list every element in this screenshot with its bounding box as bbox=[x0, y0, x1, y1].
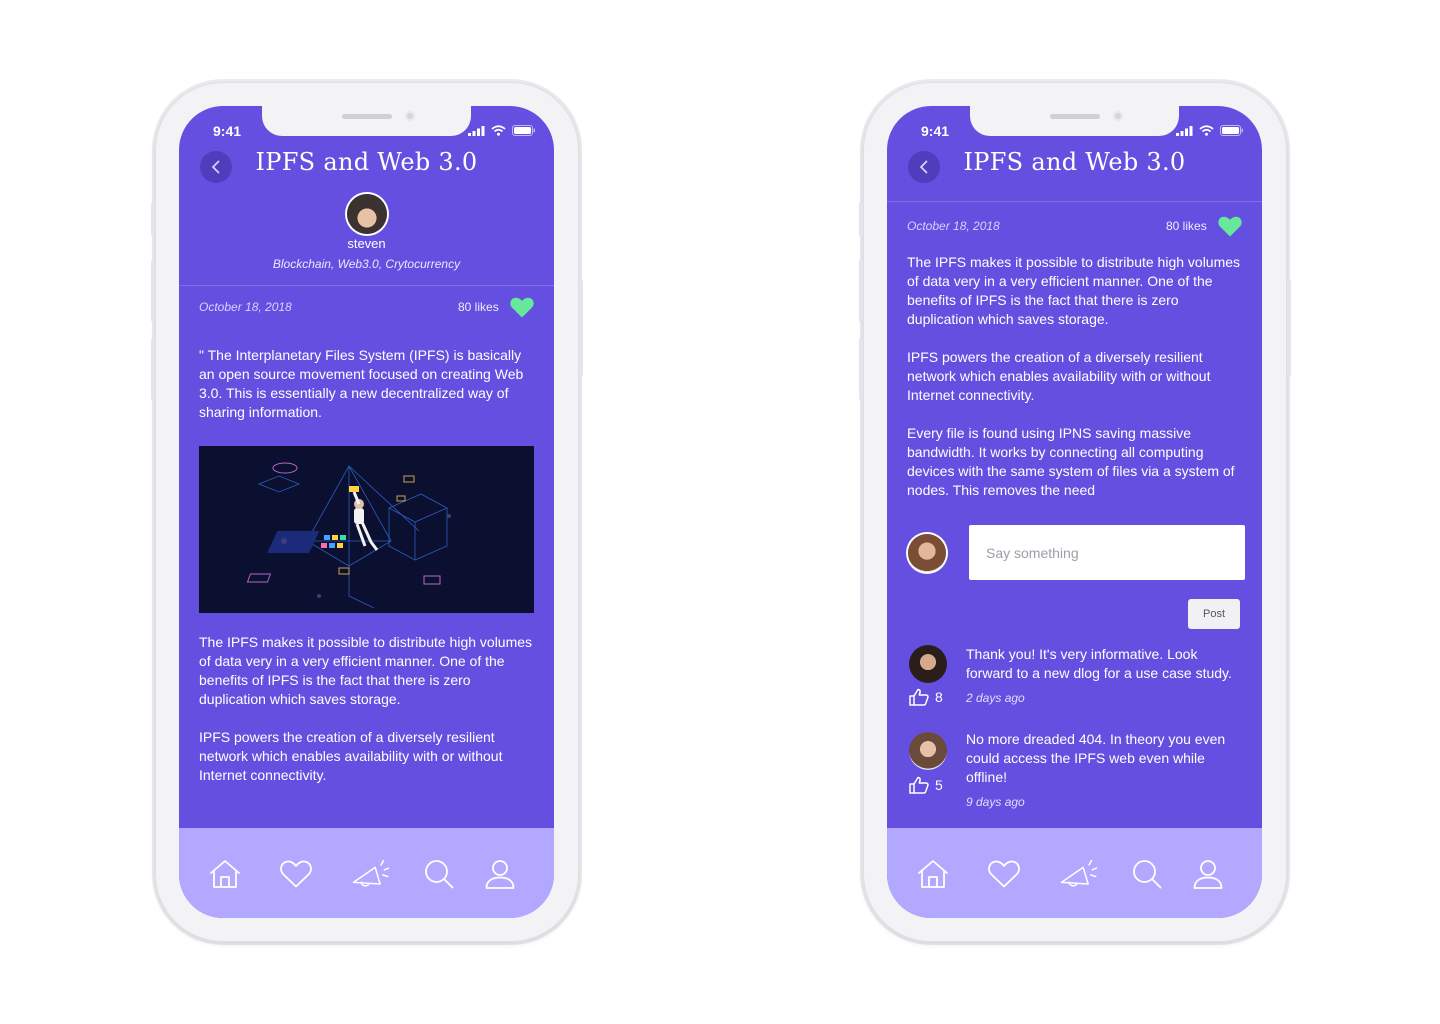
notch bbox=[970, 106, 1179, 136]
front-camera bbox=[405, 111, 415, 121]
speaker bbox=[1050, 114, 1100, 119]
wifi-icon bbox=[1199, 125, 1214, 136]
comment-timestamp: 2 days ago bbox=[966, 691, 1025, 705]
article-paragraph-3: Every file is found using IPNS saving ma… bbox=[907, 425, 1235, 498]
comment-text: No more dreaded 404. In theory you even … bbox=[966, 731, 1226, 785]
article-paragraph-2: IPFS powers the creation of a diversely … bbox=[199, 729, 503, 783]
comment-like-button[interactable]: 5 bbox=[909, 776, 943, 794]
comment-timestamp: 9 days ago bbox=[966, 795, 1025, 809]
tab-profile[interactable] bbox=[480, 854, 520, 894]
signal-icon bbox=[1176, 125, 1193, 136]
heart-icon[interactable] bbox=[1218, 216, 1242, 237]
volume-down-button bbox=[859, 338, 863, 400]
phone-frame-right: 9:41 IPFS and Web 3.0 October 18, 2018 8… bbox=[859, 82, 1291, 942]
tab-favorites[interactable] bbox=[276, 854, 316, 894]
power-button bbox=[1287, 280, 1291, 376]
likes-count: 80 likes bbox=[1166, 219, 1207, 233]
tab-bar bbox=[887, 828, 1262, 918]
article-intro: " The Interplanetary Files System (IPFS)… bbox=[199, 347, 524, 420]
comment-text: Thank you! It's very informative. Look f… bbox=[966, 646, 1232, 681]
notch bbox=[262, 106, 471, 136]
signal-icon bbox=[468, 125, 485, 136]
home-icon bbox=[210, 860, 240, 888]
tab-bar bbox=[179, 828, 554, 918]
commenter-avatar[interactable] bbox=[909, 732, 947, 770]
mute-switch bbox=[151, 202, 155, 236]
divider bbox=[887, 201, 1262, 202]
heart-icon bbox=[280, 860, 312, 888]
tab-profile[interactable] bbox=[1188, 854, 1228, 894]
page-title: IPFS and Web 3.0 bbox=[255, 148, 478, 176]
tab-announcements[interactable] bbox=[1059, 854, 1099, 894]
megaphone-icon bbox=[352, 859, 390, 887]
comment-like-count: 5 bbox=[935, 777, 943, 793]
author-avatar[interactable] bbox=[347, 194, 387, 234]
article-paragraph-2: IPFS powers the creation of a diversely … bbox=[907, 349, 1211, 403]
thumbs-up-icon bbox=[909, 688, 929, 706]
article-paragraph-1: The IPFS makes it possible to distribute… bbox=[199, 634, 533, 707]
battery-icon bbox=[512, 125, 535, 136]
speaker bbox=[342, 114, 392, 119]
tab-search[interactable] bbox=[419, 854, 459, 894]
volume-up-button bbox=[859, 260, 863, 322]
post-date: October 18, 2018 bbox=[199, 300, 292, 314]
current-user-avatar bbox=[908, 534, 946, 572]
post-button[interactable]: Post bbox=[1188, 599, 1240, 629]
author-name[interactable]: steven bbox=[179, 236, 554, 251]
front-camera bbox=[1113, 111, 1123, 121]
divider bbox=[179, 285, 554, 286]
post-comments-screen: 9:41 IPFS and Web 3.0 October 18, 2018 8… bbox=[887, 106, 1262, 918]
heart-icon[interactable] bbox=[510, 297, 534, 318]
profile-icon bbox=[1193, 860, 1223, 889]
power-button bbox=[579, 280, 583, 376]
post-detail-screen: 9:41 IPFS and Web 3.0 steven Blockchain,… bbox=[179, 106, 554, 918]
status-time: 9:41 bbox=[921, 123, 950, 139]
wifi-icon bbox=[491, 125, 506, 136]
tab-home[interactable] bbox=[205, 854, 245, 894]
home-icon bbox=[918, 860, 948, 888]
profile-icon bbox=[485, 860, 515, 889]
author-tags: Blockchain, Web3.0, Crytocurrency bbox=[272, 257, 461, 271]
page-title: IPFS and Web 3.0 bbox=[963, 148, 1186, 176]
article-paragraph-1: The IPFS makes it possible to distribute… bbox=[907, 254, 1241, 327]
comment-like-button[interactable]: 8 bbox=[909, 688, 943, 706]
phone-frame-left: 9:41 IPFS and Web 3.0 steven Blockchain,… bbox=[151, 82, 583, 942]
tab-home[interactable] bbox=[913, 854, 953, 894]
status-icons bbox=[468, 125, 536, 136]
status-time: 9:41 bbox=[213, 123, 242, 139]
likes-count: 80 likes bbox=[458, 300, 499, 314]
search-icon bbox=[1133, 860, 1162, 889]
heart-icon bbox=[988, 860, 1020, 888]
status-icons bbox=[1176, 125, 1244, 136]
volume-down-button bbox=[151, 338, 155, 400]
mute-switch bbox=[859, 202, 863, 236]
thumbs-up-icon bbox=[909, 776, 929, 794]
tab-search[interactable] bbox=[1127, 854, 1167, 894]
search-icon bbox=[425, 860, 454, 889]
article-illustration bbox=[199, 446, 534, 613]
comment-like-count: 8 bbox=[935, 689, 943, 705]
comment-input[interactable] bbox=[969, 525, 1245, 580]
tab-announcements[interactable] bbox=[351, 854, 391, 894]
post-date: October 18, 2018 bbox=[907, 219, 1000, 233]
megaphone-icon bbox=[1060, 859, 1098, 887]
battery-icon bbox=[1220, 125, 1243, 136]
tab-favorites[interactable] bbox=[984, 854, 1024, 894]
commenter-avatar[interactable] bbox=[909, 645, 947, 683]
volume-up-button bbox=[151, 260, 155, 322]
